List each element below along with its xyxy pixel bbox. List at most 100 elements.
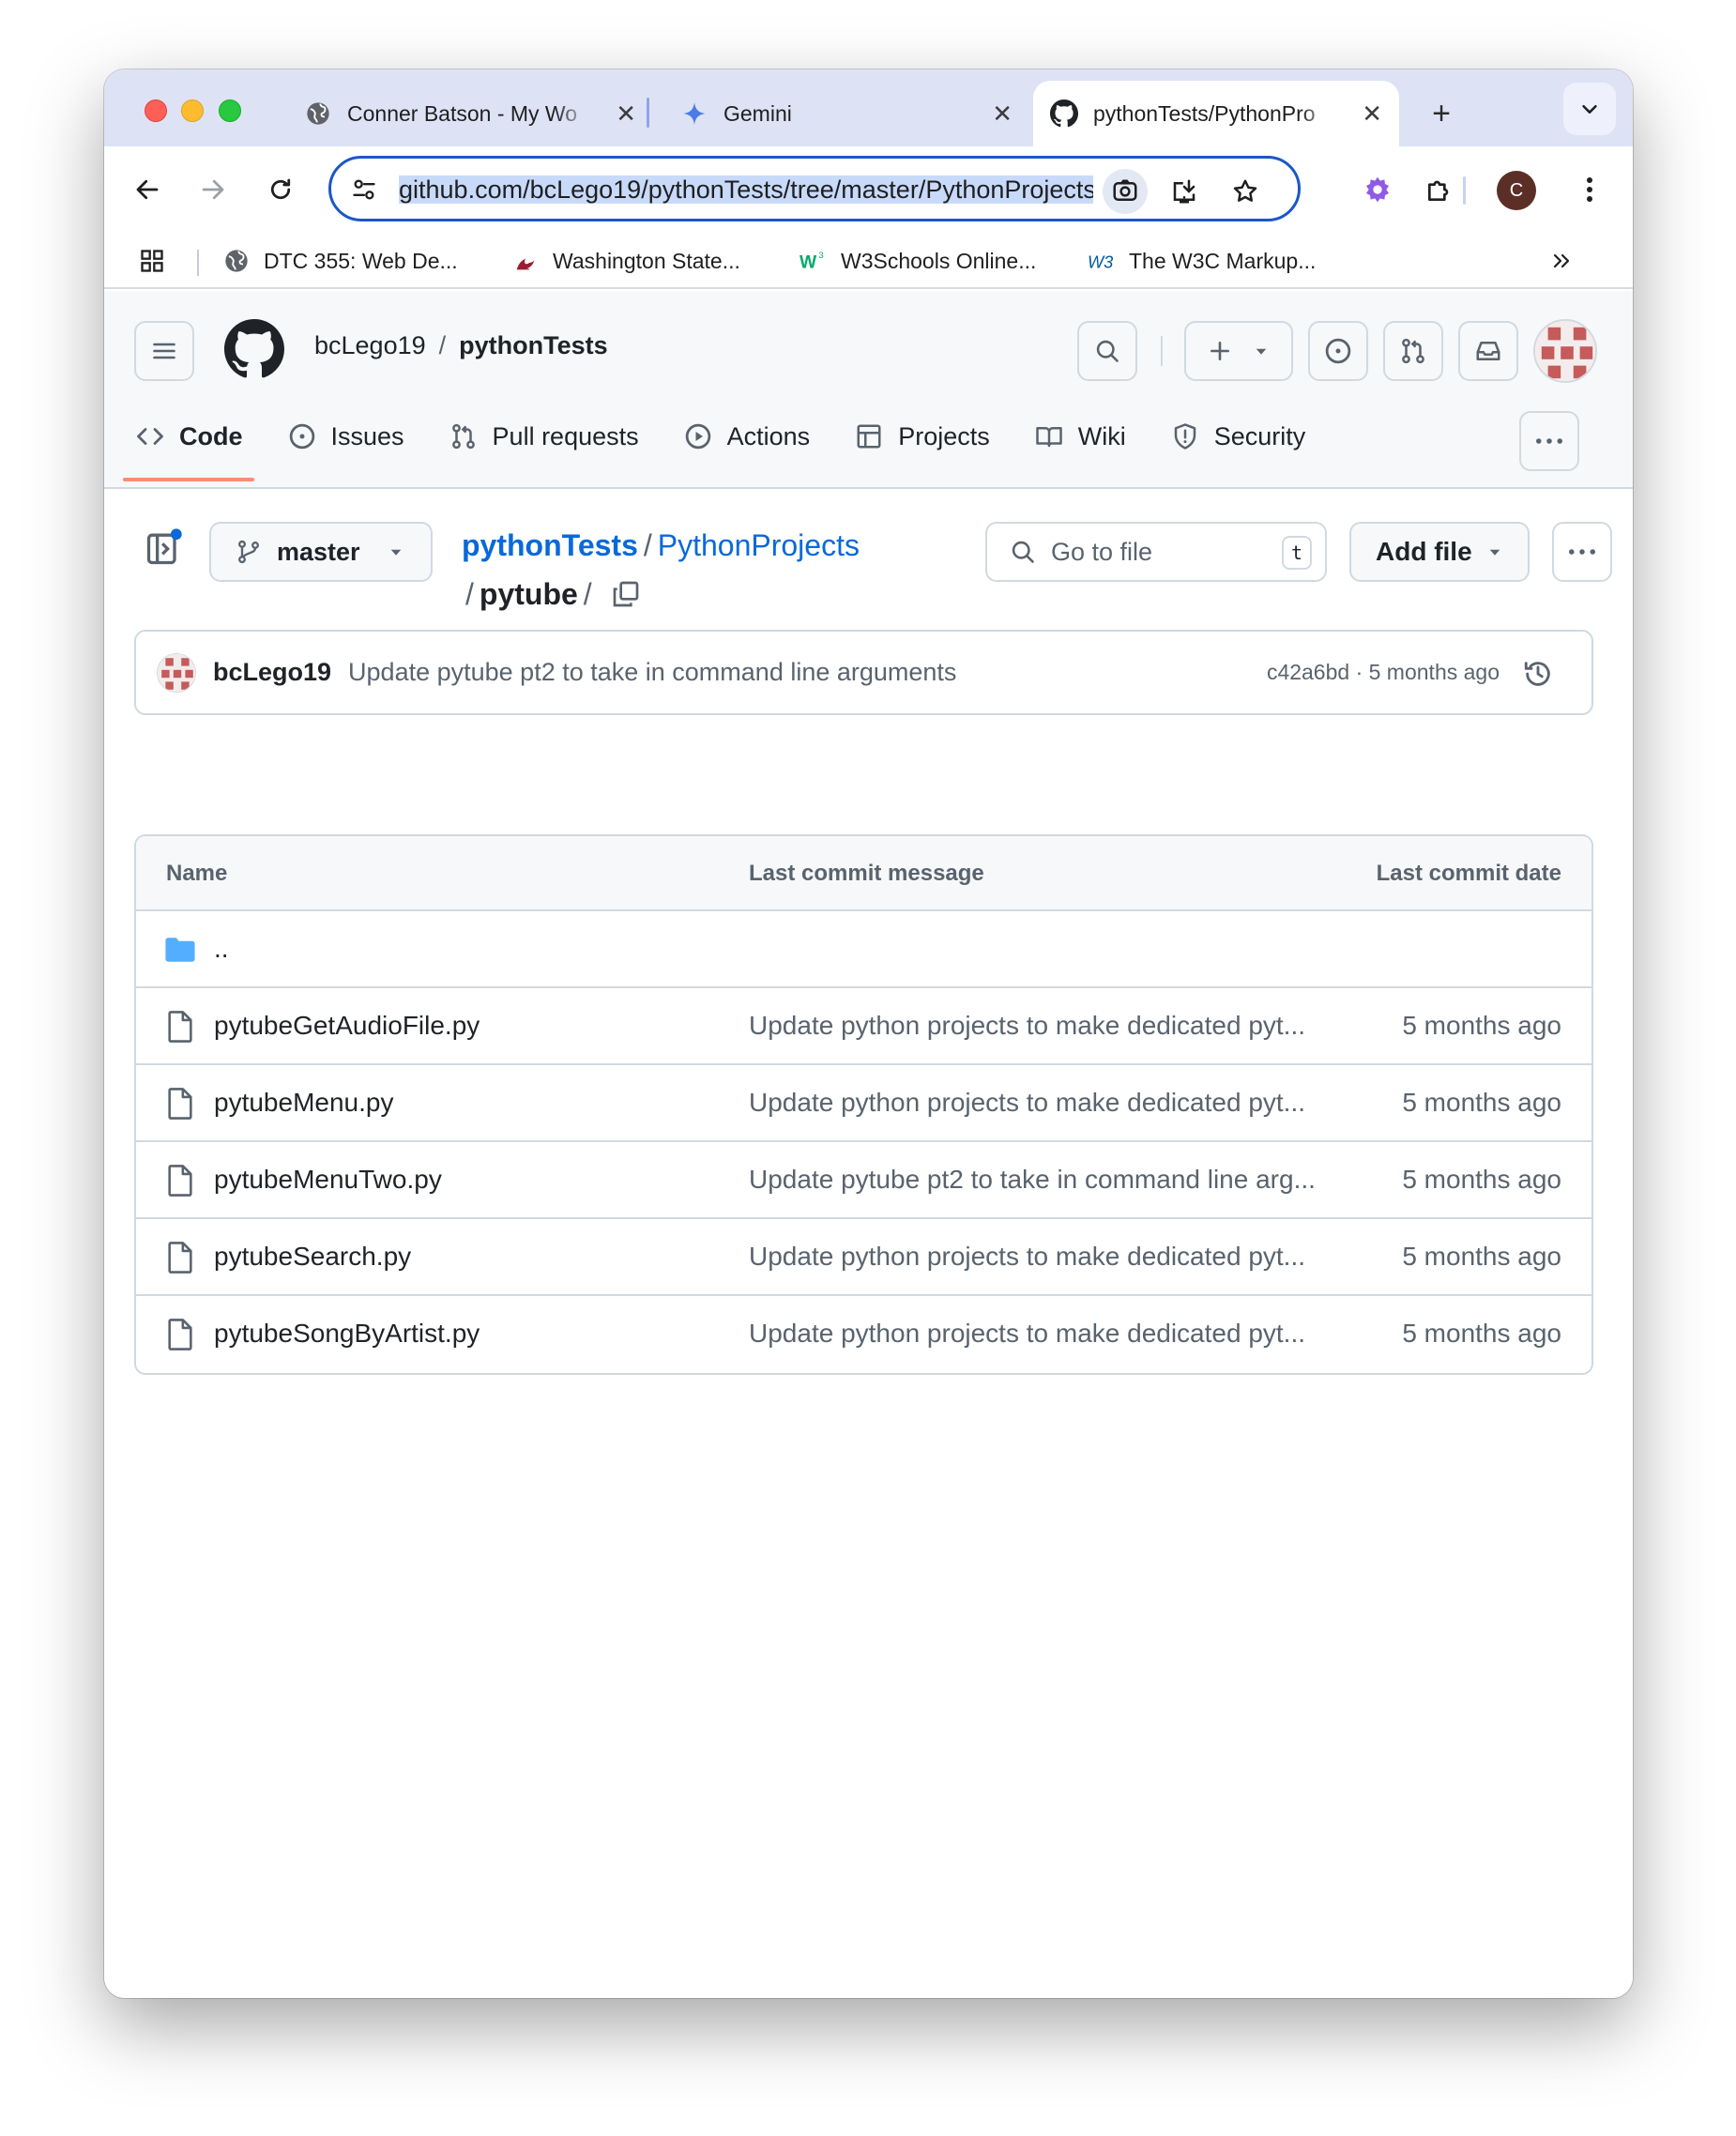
tab-projects[interactable]: Projects [853,404,990,469]
close-tab-icon[interactable]: ✕ [1362,99,1382,129]
maximize-window-button[interactable] [219,99,241,122]
expand-file-tree-button[interactable] [144,526,194,577]
bookmark-w3c[interactable]: W3 The W3C Markup... [1088,242,1316,280]
breadcrumb-repo-link[interactable]: pythonTests [462,528,638,562]
commit-hash-time[interactable]: c42a6bd · 5 months ago [1267,660,1500,685]
file-commit-date: 5 months ago [1402,1165,1561,1194]
tab-wiki[interactable]: Wiki [1033,404,1126,469]
extension-gear-icon[interactable] [1353,165,1402,214]
repo-name-link[interactable]: pythonTests [459,331,608,360]
table-row[interactable]: pytubeSongByArtist.py Update python proj… [136,1296,1591,1373]
apps-grid-button[interactable] [138,242,179,280]
column-header-date: Last commit date [1376,861,1561,886]
bookmarks-separator [197,250,199,276]
site-settings-icon[interactable] [348,174,380,206]
tab-issues[interactable]: Issues [286,404,404,469]
extensions-puzzle-icon[interactable] [1415,165,1464,214]
commit-author-avatar[interactable] [157,652,196,693]
table-row[interactable]: pytubeMenuTwo.py Update pytube pt2 to ta… [136,1142,1591,1219]
close-window-button[interactable] [145,99,167,122]
github-logo-icon[interactable] [224,319,284,379]
history-icon[interactable] [1520,656,1556,692]
issues-button[interactable] [1308,321,1368,381]
commit-author-link[interactable]: bcLego19 [213,658,331,687]
branch-selector[interactable]: master [209,522,433,582]
close-tab-icon[interactable]: ✕ [992,99,1013,129]
parent-directory-row[interactable]: .. [136,911,1591,988]
w3c-icon: W3 [1088,247,1116,275]
svg-text:3: 3 [818,251,823,261]
bookmark-dtc355[interactable]: DTC 355: Web De... [222,242,458,280]
google-lens-icon[interactable] [1103,169,1148,214]
browser-window: Conner Batson - My Wo ✕ Gemini ✕ pythonT… [104,69,1633,1998]
more-bookmarks-button[interactable] [1547,242,1589,280]
tab-github-active[interactable]: pythonTests/PythonPro ✕ [1033,81,1399,146]
bookmark-label: The W3C Markup... [1129,248,1317,273]
file-commit-message-link[interactable]: Update python projects to make dedicated… [749,1088,1349,1118]
address-bar[interactable]: github.com/bcLego19/pythonTests/tree/mas… [328,156,1301,221]
bookmark-w3schools[interactable]: W3 W3Schools Online... [799,242,1036,280]
pull-request-icon [1402,338,1424,364]
file-icon [164,1088,196,1120]
breadcrumb-separator: / [643,528,652,562]
file-commit-message-link[interactable]: Update python projects to make dedicated… [749,1319,1349,1349]
tab-actions[interactable]: Actions [682,404,810,469]
parent-directory-link[interactable]: .. [214,934,229,964]
pull-requests-button[interactable] [1383,321,1443,381]
more-options-button[interactable] [1552,522,1612,582]
file-icon [164,1319,196,1350]
repo-owner-link[interactable]: bcLego19 [314,331,426,360]
breadcrumb-separator: / [583,577,592,611]
breadcrumb-dir-link[interactable]: PythonProjects [658,528,860,562]
tab-conner-batson[interactable]: Conner Batson - My Wo ✕ [287,81,653,146]
hamburger-menu-button[interactable] [134,321,194,381]
profile-avatar[interactable]: C [1497,171,1536,210]
more-vertical-icon[interactable] [1565,165,1614,214]
table-row[interactable]: pytubeGetAudioFile.py Update python proj… [136,988,1591,1065]
reload-button[interactable] [256,165,305,214]
repo-nav-more-button[interactable] [1519,411,1579,471]
table-row[interactable]: pytubeSearch.py Update python projects t… [136,1219,1591,1296]
file-name-link[interactable]: pytubeSongByArtist.py [214,1319,480,1349]
shield-icon [1169,420,1201,452]
tab-gemini[interactable]: Gemini ✕ [663,81,1029,146]
inbox-icon [1476,342,1500,360]
file-commit-message-link[interactable]: Update python projects to make dedicated… [749,1242,1349,1272]
commit-message-link[interactable]: Update pytube pt2 to take in command lin… [348,658,956,687]
bookmark-star-icon[interactable] [1227,174,1263,209]
tab-security[interactable]: Security [1169,404,1305,469]
file-name-link[interactable]: pytubeMenuTwo.py [214,1165,442,1195]
new-tab-button[interactable]: + [1418,90,1465,137]
tab-pull-requests[interactable]: Pull requests [448,404,639,469]
user-avatar[interactable] [1533,319,1597,383]
minimize-window-button[interactable] [181,99,204,122]
table-row[interactable]: pytubeMenu.py Update python projects to … [136,1065,1591,1142]
search-button[interactable] [1077,321,1137,381]
file-commit-date: 5 months ago [1402,1011,1561,1040]
add-file-label: Add file [1376,537,1472,566]
go-to-file-input[interactable]: Go to file t [985,522,1327,582]
file-commit-message-link[interactable]: Update pytube pt2 to take in command lin… [749,1165,1349,1195]
column-header-name: Name [166,861,228,886]
create-new-button[interactable] [1184,321,1293,381]
table-icon [853,420,885,452]
close-tab-icon[interactable]: ✕ [616,99,636,129]
add-file-button[interactable]: Add file [1349,522,1530,582]
copy-path-icon[interactable] [611,579,641,609]
back-button[interactable] [123,165,172,214]
main-content: master pythonTests / PythonProjects / pytub… [104,489,1633,1998]
file-name-link[interactable]: pytubeSearch.py [214,1242,411,1272]
file-name-link[interactable]: pytubeMenu.py [214,1088,393,1118]
tab-code[interactable]: Code [123,404,253,481]
inbox-button[interactable] [1458,321,1518,381]
file-name-link[interactable]: pytubeGetAudioFile.py [214,1011,480,1041]
url-text[interactable]: github.com/bcLego19/pythonTests/tree/mas… [399,172,1093,207]
breadcrumb: pythonTests / PythonProjects / pytube / [462,521,860,618]
install-app-icon[interactable] [1166,174,1202,209]
tab-search-button[interactable] [1563,83,1616,135]
file-commit-message-link[interactable]: Update python projects to make dedicated… [749,1011,1349,1041]
forward-button[interactable] [189,165,237,214]
tab-title: Conner Batson - My Wo [347,100,578,126]
folder-icon [164,934,196,966]
bookmark-washington-state[interactable]: Washington State... [511,242,740,280]
